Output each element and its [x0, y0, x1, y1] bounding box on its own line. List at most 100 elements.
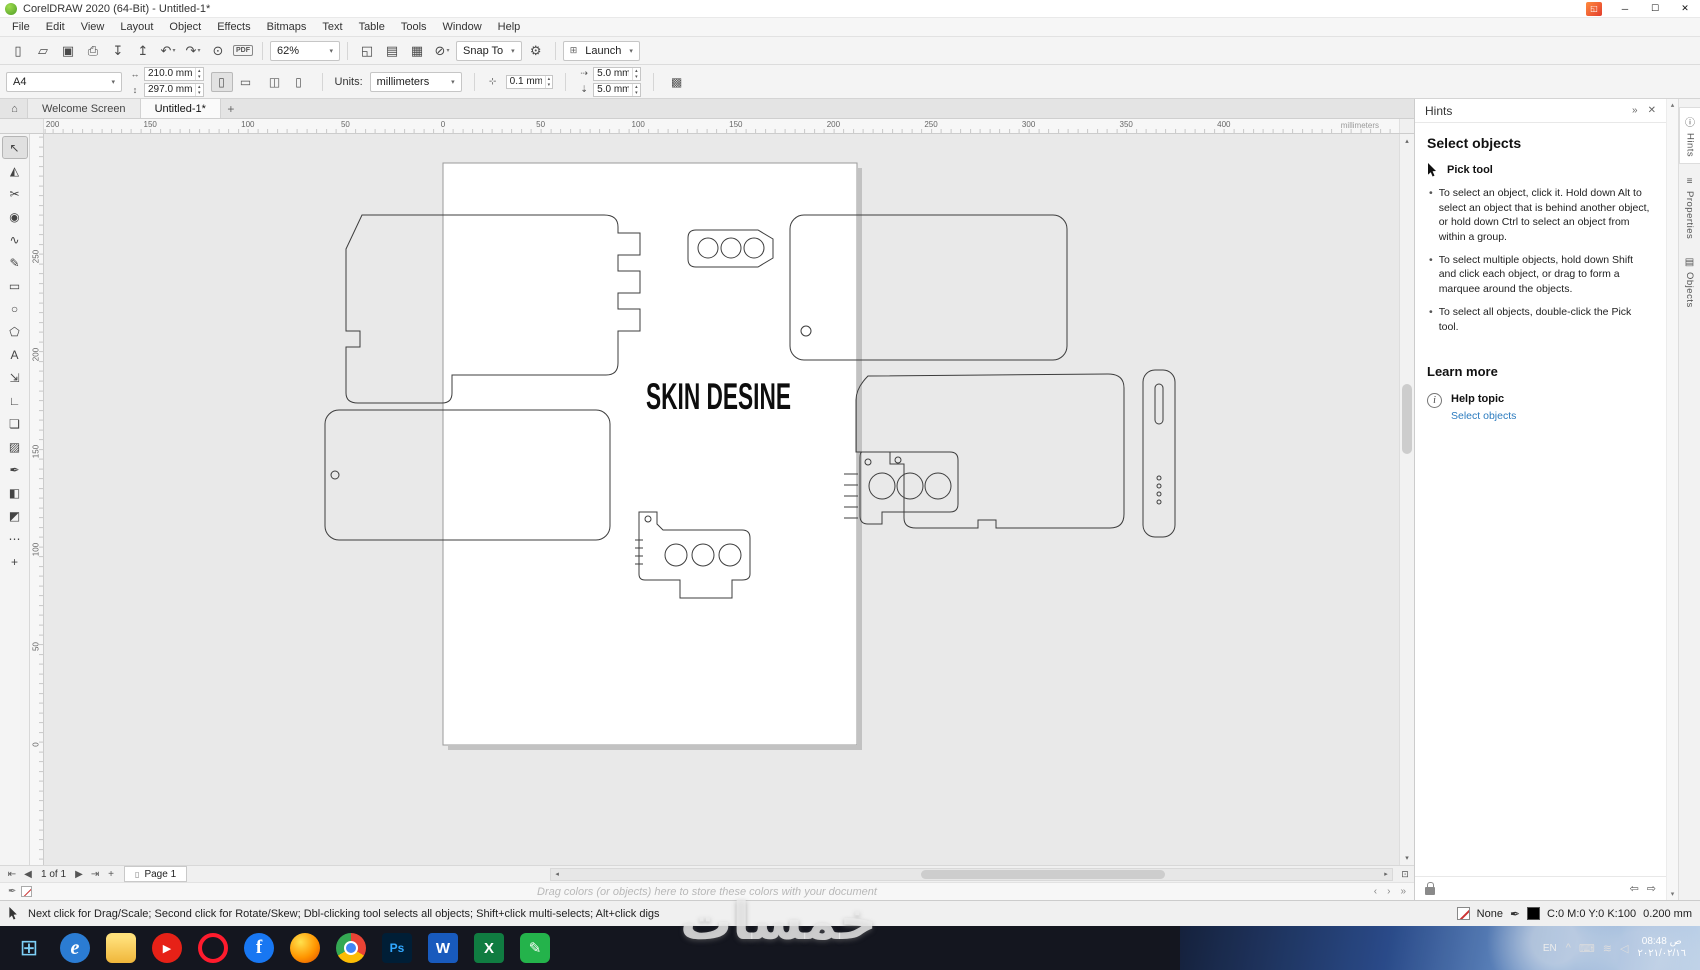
palette-scroll-right-icon[interactable]: › [1387, 886, 1390, 897]
start-taskbar-icon[interactable]: ⊞ [14, 933, 44, 963]
polygon-tool[interactable]: ⬠ [3, 321, 27, 342]
menu-text[interactable]: Text [314, 21, 350, 33]
hint-forward-icon[interactable]: ⇨ [1647, 882, 1656, 895]
customize-toolbox[interactable]: + [3, 551, 27, 572]
vertical-ruler[interactable]: 250 200 150 100 50 0 [30, 134, 44, 865]
no-color-swatch[interactable] [21, 886, 33, 897]
nudge-distance-field[interactable]: ▴▾ [505, 74, 554, 89]
print-button[interactable]: ⎙ [81, 40, 105, 62]
horizontal-scroll-thumb[interactable] [921, 869, 1165, 879]
scroll-down-icon[interactable]: ▾ [1671, 890, 1675, 898]
collapse-docker-icon[interactable]: » [1632, 105, 1638, 116]
portrait-button[interactable]: ▯ [210, 71, 233, 92]
options-button[interactable]: ⚙ [524, 40, 548, 62]
maximize-button[interactable]: ☐ [1640, 0, 1670, 18]
crop-tool[interactable]: ✂ [3, 183, 27, 204]
snap-to-dropdown[interactable]: Snap To ▾ [456, 40, 522, 61]
page-width-input[interactable] [145, 68, 195, 79]
tray-expand-icon[interactable]: ^ [1566, 942, 1571, 955]
facebook-taskbar-icon[interactable]: f [244, 933, 274, 963]
current-page-button[interactable]: ▯ [288, 72, 310, 92]
page-width-field[interactable]: ▴▾ [144, 66, 204, 81]
interactive-fill-tool[interactable]: ◧ [3, 482, 27, 503]
open-button[interactable]: ▱ [31, 40, 55, 62]
language-indicator[interactable]: EN [1543, 943, 1557, 954]
outline-color-swatch[interactable] [1527, 907, 1540, 920]
horizontal-ruler[interactable]: millimeters 200 150 100 50 0 50 100 150 200 250 30… [44, 119, 1399, 133]
vertical-scrollbar[interactable]: ▴ ▾ [1399, 134, 1414, 865]
palette-scroll-left-icon[interactable]: ‹ [1374, 886, 1377, 897]
photoshop-taskbar-icon[interactable]: Ps [382, 933, 412, 963]
volume-icon[interactable]: ◁ [1620, 942, 1628, 955]
word-taskbar-icon[interactable]: W [428, 933, 458, 963]
docker-tab-properties[interactable]: ≡ Properties [1679, 170, 1700, 245]
file-explorer-taskbar-icon[interactable] [106, 933, 136, 963]
transparency-tool[interactable]: ▨ [3, 436, 27, 457]
menu-bitmaps[interactable]: Bitmaps [259, 21, 315, 33]
save-button[interactable]: ▣ [56, 40, 80, 62]
menu-layout[interactable]: Layout [112, 21, 161, 33]
nudge-distance-input[interactable] [506, 76, 545, 87]
menu-window[interactable]: Window [435, 21, 490, 33]
export-button[interactable]: ↥ [131, 40, 155, 62]
ellipse-tool[interactable]: ○ [3, 298, 27, 319]
menu-table[interactable]: Table [351, 21, 393, 33]
search-content-button[interactable]: ⊙ [206, 40, 230, 62]
shape-tool[interactable]: ◭ [3, 160, 27, 181]
docker-tab-objects[interactable]: ▤ Objects [1679, 251, 1700, 314]
text-tool[interactable]: A [3, 344, 27, 365]
import-button[interactable]: ↧ [106, 40, 130, 62]
page-width-spinner[interactable]: ▴ ▾ [195, 67, 203, 80]
docker-tab-hints[interactable]: ⓘ Hints [1679, 107, 1700, 165]
scroll-left-icon[interactable]: ◂ [551, 870, 563, 878]
taskbar-clock[interactable]: 08:48 ص ٢٠٢١/٠٢/١٦ [1637, 936, 1686, 960]
scroll-up-icon[interactable]: ▴ [1671, 101, 1675, 109]
page-1-tab[interactable]: ▯ Page 1 [124, 866, 188, 882]
treat-as-filled-button[interactable]: ▩ [666, 72, 688, 92]
dimension-tool[interactable]: ⇲ [3, 367, 27, 388]
fill-none-swatch[interactable] [1456, 907, 1470, 920]
last-page-button[interactable]: ⇥ [87, 869, 103, 880]
vertical-scroll-thumb[interactable] [1402, 384, 1412, 454]
duplicate-x-input[interactable] [594, 68, 633, 79]
chrome-taskbar-icon[interactable] [336, 933, 366, 963]
pick-tool[interactable]: ↖ [1, 136, 28, 159]
youtube-taskbar-icon[interactable]: ▶ [152, 933, 182, 963]
tab-untitled-1[interactable]: Untitled-1* [140, 99, 221, 118]
menu-effects[interactable]: Effects [209, 21, 258, 33]
menu-object[interactable]: Object [161, 21, 209, 33]
menu-tools[interactable]: Tools [393, 21, 435, 33]
hints-scrollbar[interactable]: ▴ ▾ [1666, 99, 1678, 900]
show-rulers-button[interactable]: ▤ [380, 40, 404, 62]
green-app-taskbar-icon[interactable]: ✎ [520, 933, 550, 963]
scroll-down-icon[interactable]: ▾ [1400, 851, 1414, 865]
duplicate-x-field[interactable]: ▴▾ [593, 66, 641, 81]
new-document-button[interactable]: ▯ [6, 40, 30, 62]
menu-file[interactable]: File [4, 21, 38, 33]
page-height-field[interactable]: ▴▾ [144, 82, 204, 97]
page-size-preset-select[interactable]: A4 ▾ [6, 71, 122, 92]
duplicate-x-spinner[interactable]: ▴ ▾ [632, 67, 640, 80]
new-document-tab-button[interactable]: + [221, 99, 241, 118]
landscape-button[interactable]: ▭ [235, 72, 257, 92]
ruler-origin-button[interactable] [0, 119, 44, 133]
launch-dropdown[interactable]: ⊞ Launch ▾ [562, 40, 640, 61]
menu-help[interactable]: Help [490, 21, 529, 33]
smart-fill-tool[interactable]: ◩ [3, 505, 27, 526]
network-icon[interactable]: ≋ [1603, 942, 1612, 955]
eyedropper-palette-icon[interactable]: ✒ [8, 886, 16, 897]
tab-welcome-screen[interactable]: Welcome Screen [28, 99, 141, 118]
add-page-button[interactable]: + [103, 869, 119, 880]
units-select[interactable]: millimeters ▾ [369, 71, 462, 92]
first-page-button[interactable]: ⇤ [4, 869, 20, 880]
skin-design-text[interactable]: SKIN DESINE [646, 376, 791, 417]
side-skin-outline[interactable] [844, 369, 1176, 538]
duplicate-y-field[interactable]: ▴▾ [593, 82, 641, 97]
freehand-tool[interactable]: ∿ [3, 229, 27, 250]
close-docker-icon[interactable]: ✕ [1648, 105, 1656, 116]
home-tab[interactable]: ⌂ [2, 99, 28, 118]
palette-overflow-icon[interactable]: » [1400, 886, 1406, 897]
drawing-canvas[interactable]: SKIN DESINE [44, 134, 1399, 865]
zoom-tool[interactable]: ◉ [3, 206, 27, 227]
lock-docker-icon[interactable] [1425, 881, 1435, 895]
